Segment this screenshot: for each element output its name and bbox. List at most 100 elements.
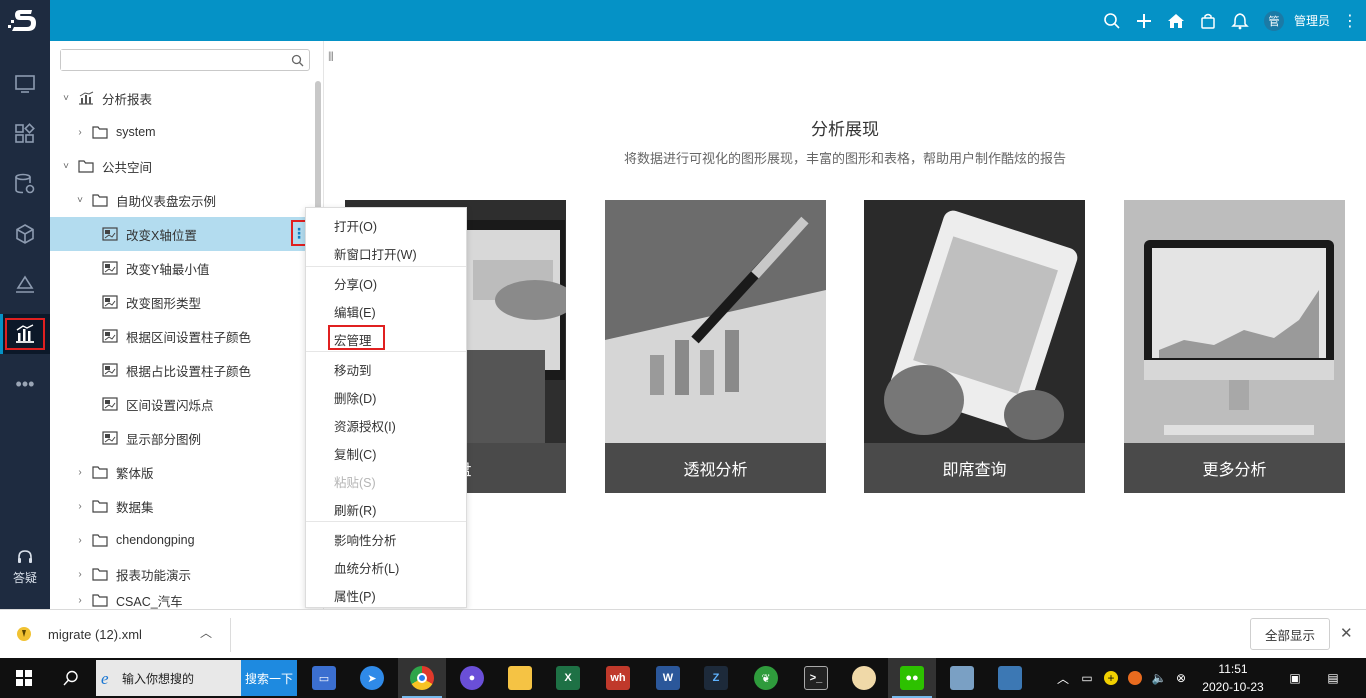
taskbar-app-chat[interactable]: ● xyxy=(448,658,496,698)
folder-icon xyxy=(508,666,532,690)
menu-item[interactable]: 刷新(R) xyxy=(306,495,466,523)
chevron-down-icon[interactable]: ˅ xyxy=(74,195,86,206)
taskbar-app-wps[interactable]: wh xyxy=(594,658,642,698)
highlight-box xyxy=(328,325,385,350)
menu-item[interactable]: 资源授权(I) xyxy=(306,411,466,439)
rail-item-help[interactable]: 答疑 xyxy=(0,549,50,586)
clock[interactable]: 11:51 2020-10-23 xyxy=(1190,660,1276,696)
chevron-down-icon[interactable]: ˅ xyxy=(60,93,72,104)
rail-item-apps[interactable] xyxy=(0,114,50,154)
download-item[interactable]: migrate (12).xml xyxy=(16,622,142,646)
bell-icon[interactable] xyxy=(1224,0,1256,41)
chevron-right-icon[interactable]: › xyxy=(74,127,86,138)
tree-node[interactable]: › 数据集 xyxy=(50,489,315,523)
tree-node[interactable]: › chendongping xyxy=(50,523,315,557)
tree-node[interactable]: 区间设置闪烁点 xyxy=(50,387,315,421)
close-icon[interactable]: ✕ xyxy=(1340,624,1353,642)
more-horizontal-icon[interactable]: ••• xyxy=(0,374,50,395)
menu-item[interactable]: 打开(O) xyxy=(306,211,466,239)
chevron-right-icon[interactable]: › xyxy=(74,535,86,546)
start-button[interactable] xyxy=(0,658,48,698)
volume-icon[interactable]: 🔈 xyxy=(1148,658,1170,698)
network-off-icon[interactable]: ⊗ xyxy=(1170,658,1192,698)
taskbar-app-chrome[interactable] xyxy=(398,658,446,698)
menu-item[interactable]: 移动到 xyxy=(306,355,466,383)
rail-item-model[interactable] xyxy=(0,214,50,254)
tree-node[interactable]: 显示部分图例 xyxy=(50,421,315,455)
svg-text:e: e xyxy=(101,669,109,687)
card-adhoc-query[interactable]: 即席查询 xyxy=(864,200,1085,493)
chevron-right-icon[interactable]: › xyxy=(74,467,86,478)
tree-node[interactable]: ˅ 自助仪表盘宏示例 xyxy=(50,183,315,217)
tree-node[interactable]: 改变Y轴最小值 xyxy=(50,251,315,285)
action-center-icon[interactable]: ▤ xyxy=(1320,658,1346,698)
tree-node[interactable]: › 报表功能演示 xyxy=(50,557,315,591)
collapse-handle-icon[interactable]: ||| xyxy=(328,51,334,62)
show-all-button[interactable]: 全部显示 xyxy=(1250,618,1330,650)
tree-node-selected[interactable]: 改变X轴位置 ⋮ xyxy=(50,217,315,251)
taskbar-app-excel[interactable]: X xyxy=(544,658,592,698)
taskbar-search-input[interactable]: e 输入你想搜的 xyxy=(96,660,241,696)
tree-node[interactable]: › system xyxy=(50,115,315,149)
taskbar-app-word[interactable]: W xyxy=(644,658,692,698)
menu-item[interactable]: 编辑(E) xyxy=(306,297,466,325)
chevron-right-icon[interactable]: › xyxy=(74,569,86,580)
tree-node[interactable]: 改变图形类型 xyxy=(50,285,315,319)
taskbar-search-button[interactable] xyxy=(48,658,94,698)
sogou-icon[interactable] xyxy=(1124,658,1146,698)
tree-node[interactable]: › CSAC_汽车 xyxy=(50,591,315,609)
app-window: 管 管理员 ⋮ ••• 答疑 ˅ 分析报表 › system ˅ 公共空间 ˅ … xyxy=(0,0,1366,698)
tree-node[interactable]: 根据占比设置柱子颜色 xyxy=(50,353,315,387)
menu-item[interactable]: 删除(D) xyxy=(306,383,466,411)
card-pivot-analysis[interactable]: 透视分析 xyxy=(605,200,826,493)
menu-item[interactable]: 血统分析(L) xyxy=(306,553,466,581)
chevron-up-icon[interactable]: ︿ xyxy=(200,624,212,641)
username[interactable]: 管理员 xyxy=(1294,12,1330,29)
add-icon[interactable] xyxy=(1128,0,1160,41)
taskbar-app-book[interactable] xyxy=(986,658,1034,698)
chevron-right-icon[interactable]: › xyxy=(74,595,86,606)
taskbar-search-submit[interactable]: 搜索一下 xyxy=(241,660,297,696)
chevron-right-icon[interactable]: › xyxy=(74,501,86,512)
terminal-icon: >_ xyxy=(804,666,828,690)
taskbar-app-leaf[interactable]: ❦ xyxy=(742,658,790,698)
app-logo[interactable] xyxy=(0,0,50,41)
rail-item-data-source[interactable] xyxy=(0,164,50,204)
rail-item-analysis[interactable] xyxy=(0,314,50,354)
tree-node[interactable]: ˅ 公共空间 xyxy=(50,149,315,183)
folder-icon xyxy=(92,593,108,607)
rail-item-monitor[interactable] xyxy=(0,64,50,104)
menu-item[interactable]: 新窗口打开(W) xyxy=(306,239,466,267)
tree-search xyxy=(60,49,310,71)
shopping-bag-icon[interactable] xyxy=(1192,0,1224,41)
search-icon[interactable] xyxy=(291,54,304,67)
taskbar-app-explorer[interactable] xyxy=(496,658,544,698)
search-icon[interactable] xyxy=(1096,0,1128,41)
taskbar-app-terminal[interactable]: >_ xyxy=(792,658,840,698)
menu-item[interactable]: 复制(C) xyxy=(306,439,466,467)
taskbar-app-computer[interactable]: ▭ xyxy=(300,658,348,698)
tree-node[interactable]: › 繁体版 xyxy=(50,455,315,489)
taskbar-app-z[interactable]: Z xyxy=(692,658,740,698)
tree-node[interactable]: ˅ 分析报表 xyxy=(50,81,315,115)
taskbar-app-feishu[interactable]: ➤ xyxy=(348,658,396,698)
tree-search-input[interactable] xyxy=(61,50,281,70)
add-badge-icon[interactable]: + xyxy=(1100,658,1122,698)
avatar[interactable]: 管 xyxy=(1263,10,1284,31)
menu-item[interactable]: 属性(P) xyxy=(306,581,466,609)
chevron-down-icon[interactable]: ˅ xyxy=(60,161,72,172)
tray-chevron-up-icon[interactable]: ︿ xyxy=(1054,658,1072,698)
menu-item[interactable]: 影响性分析 xyxy=(306,525,466,553)
taskbar-app-wechat[interactable]: ●● xyxy=(888,658,936,698)
card-more-analysis[interactable]: 更多分析 xyxy=(1124,200,1345,493)
notepad-icon xyxy=(950,666,974,690)
tree-node[interactable]: 根据区间设置柱子颜色 xyxy=(50,319,315,353)
rail-item-mining[interactable] xyxy=(0,264,50,304)
menu-item[interactable]: 分享(O) xyxy=(306,269,466,297)
home-icon[interactable] xyxy=(1160,0,1192,41)
more-vertical-icon[interactable]: ⋮ xyxy=(1340,11,1360,31)
taskbar-app-paint[interactable] xyxy=(840,658,888,698)
taskbar-app-notepad[interactable] xyxy=(938,658,986,698)
notification-count-icon[interactable]: ▣ xyxy=(1282,658,1308,698)
battery-icon[interactable]: ▭ xyxy=(1076,658,1098,698)
